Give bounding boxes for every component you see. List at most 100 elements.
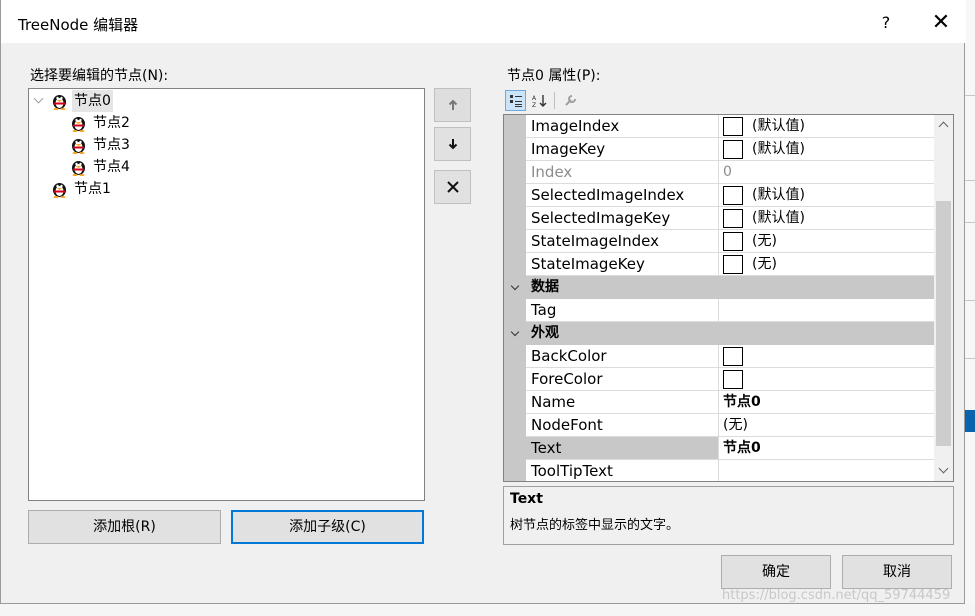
property-row[interactable]: StateImageKey (无)	[504, 253, 934, 276]
property-value-text: (无)	[723, 416, 748, 433]
tree-node-label: 节点0	[72, 90, 113, 112]
row-gutter	[504, 138, 526, 161]
property-value-text: (默认值)	[752, 140, 805, 157]
property-pages-button[interactable]	[559, 90, 580, 111]
category-row[interactable]: 数据	[504, 276, 934, 299]
value-swatch	[723, 369, 743, 389]
category-label: 外观	[531, 325, 559, 341]
tree-node[interactable]: 节点0	[51, 90, 113, 112]
property-value[interactable]: (默认值)	[719, 207, 934, 230]
row-gutter	[504, 207, 526, 230]
svg-text:A: A	[532, 95, 537, 102]
property-value-text: 节点0	[723, 393, 761, 410]
row-gutter	[504, 161, 526, 184]
property-value-text: (默认值)	[752, 209, 805, 226]
delete-icon	[446, 181, 459, 193]
scroll-up-arrow-icon[interactable]	[938, 121, 949, 132]
scroll-down-arrow-icon[interactable]	[938, 463, 949, 474]
property-value[interactable]: (默认值)	[719, 115, 934, 138]
property-name: StateImageIndex	[526, 230, 719, 253]
delete-node-button[interactable]	[434, 170, 471, 204]
property-row[interactable]: ImageIndex (默认值)	[504, 115, 934, 138]
penguin-icon	[53, 183, 66, 198]
row-gutter	[504, 184, 526, 207]
tree-node-label: 节点3	[93, 137, 130, 153]
value-swatch	[723, 139, 743, 159]
property-name: Text	[526, 437, 719, 460]
node-tree[interactable]: 节点0 节点2 节点3 节点4 节点1	[28, 88, 425, 501]
property-grid-scrollbar[interactable]	[934, 115, 953, 481]
property-value[interactable]: (无)	[719, 230, 934, 253]
tree-node-label: 节点1	[74, 181, 111, 197]
property-row[interactable]: StateImageIndex (无)	[504, 230, 934, 253]
property-row[interactable]: ImageKey (默认值)	[504, 138, 934, 161]
property-row[interactable]: Index 0	[504, 161, 934, 184]
tree-node[interactable]: 节点4	[70, 156, 132, 178]
collapse-chevron-icon[interactable]	[510, 281, 520, 291]
help-title: Text	[510, 491, 543, 507]
row-gutter	[504, 230, 526, 253]
value-swatch	[723, 346, 743, 366]
tree-node-label: 节点2	[93, 115, 130, 131]
add-root-button[interactable]: 添加根(R)	[28, 510, 221, 544]
tree-node[interactable]: 节点2	[70, 112, 132, 134]
property-grid[interactable]: ImageIndex (默认值) ImageKey (默认值) Index 0 Select…	[503, 114, 954, 482]
expand-chevron-icon[interactable]	[33, 93, 44, 104]
property-value[interactable]: 0	[719, 161, 934, 184]
property-row[interactable]: SelectedImageIndex (默认值)	[504, 184, 934, 207]
arrow-up-icon	[448, 99, 457, 110]
property-value[interactable]	[719, 368, 934, 391]
ok-button[interactable]: 确定	[721, 555, 831, 589]
category-row[interactable]: 外观	[504, 322, 934, 345]
property-name: Index	[526, 161, 719, 184]
value-swatch	[723, 208, 743, 228]
property-value[interactable]: 节点0	[719, 391, 934, 414]
property-value-text: 节点0	[723, 439, 761, 456]
add-child-button[interactable]: 添加子级(C)	[231, 510, 424, 544]
property-value[interactable]: 节点0	[719, 437, 934, 460]
watermark: https://blog.csdn.net/qq_59744459	[722, 588, 951, 603]
move-up-button[interactable]	[434, 88, 471, 122]
property-help-panel: Text 树节点的标签中显示的文字。	[503, 486, 954, 545]
window-title: TreeNode 编辑器	[18, 16, 139, 34]
move-down-button[interactable]	[434, 127, 471, 161]
row-gutter	[504, 253, 526, 276]
property-row[interactable]: ForeColor	[504, 368, 934, 391]
scrollbar-thumb[interactable]	[936, 201, 951, 446]
property-row[interactable]: Tag	[504, 299, 934, 322]
categorized-view-button[interactable]	[505, 90, 526, 111]
property-name: ToolTipText	[526, 460, 719, 481]
property-value[interactable]	[719, 460, 934, 481]
property-value[interactable]	[719, 345, 934, 368]
property-row[interactable]: SelectedImageKey (默认值)	[504, 207, 934, 230]
collapse-chevron-icon[interactable]	[510, 327, 520, 337]
property-name: Name	[526, 391, 719, 414]
category-label: 数据	[531, 279, 559, 295]
property-value[interactable]: (无)	[719, 253, 934, 276]
background-window-bottom	[0, 603, 975, 616]
property-row[interactable]: NodeFont (无)	[504, 414, 934, 437]
property-name: StateImageKey	[526, 253, 719, 276]
property-row[interactable]: Text 节点0	[504, 437, 934, 460]
toolbar-separator	[554, 92, 555, 109]
property-value[interactable]: (默认值)	[719, 184, 934, 207]
tree-node[interactable]: 节点1	[51, 178, 113, 200]
property-value[interactable]: (默认值)	[719, 138, 934, 161]
property-name: SelectedImageIndex	[526, 184, 719, 207]
property-row[interactable]: BackColor	[504, 345, 934, 368]
row-gutter	[504, 345, 526, 368]
property-value[interactable]: (无)	[719, 414, 934, 437]
property-row[interactable]: Name 节点0	[504, 391, 934, 414]
value-swatch	[723, 254, 743, 274]
property-row[interactable]: ToolTipText	[504, 460, 934, 481]
property-name: Tag	[526, 299, 719, 322]
tree-node[interactable]: 节点3	[70, 134, 132, 156]
close-button[interactable]: ✕	[926, 10, 956, 36]
property-value[interactable]	[719, 299, 934, 322]
cancel-button[interactable]: 取消	[842, 555, 952, 589]
properties-label: 节点0 属性(P):	[507, 68, 601, 84]
tree-node-label: 节点4	[93, 159, 130, 175]
help-button[interactable]: ?	[871, 10, 901, 36]
alphabetical-view-button[interactable]: AZ	[529, 90, 550, 111]
arrow-down-icon	[448, 139, 457, 150]
